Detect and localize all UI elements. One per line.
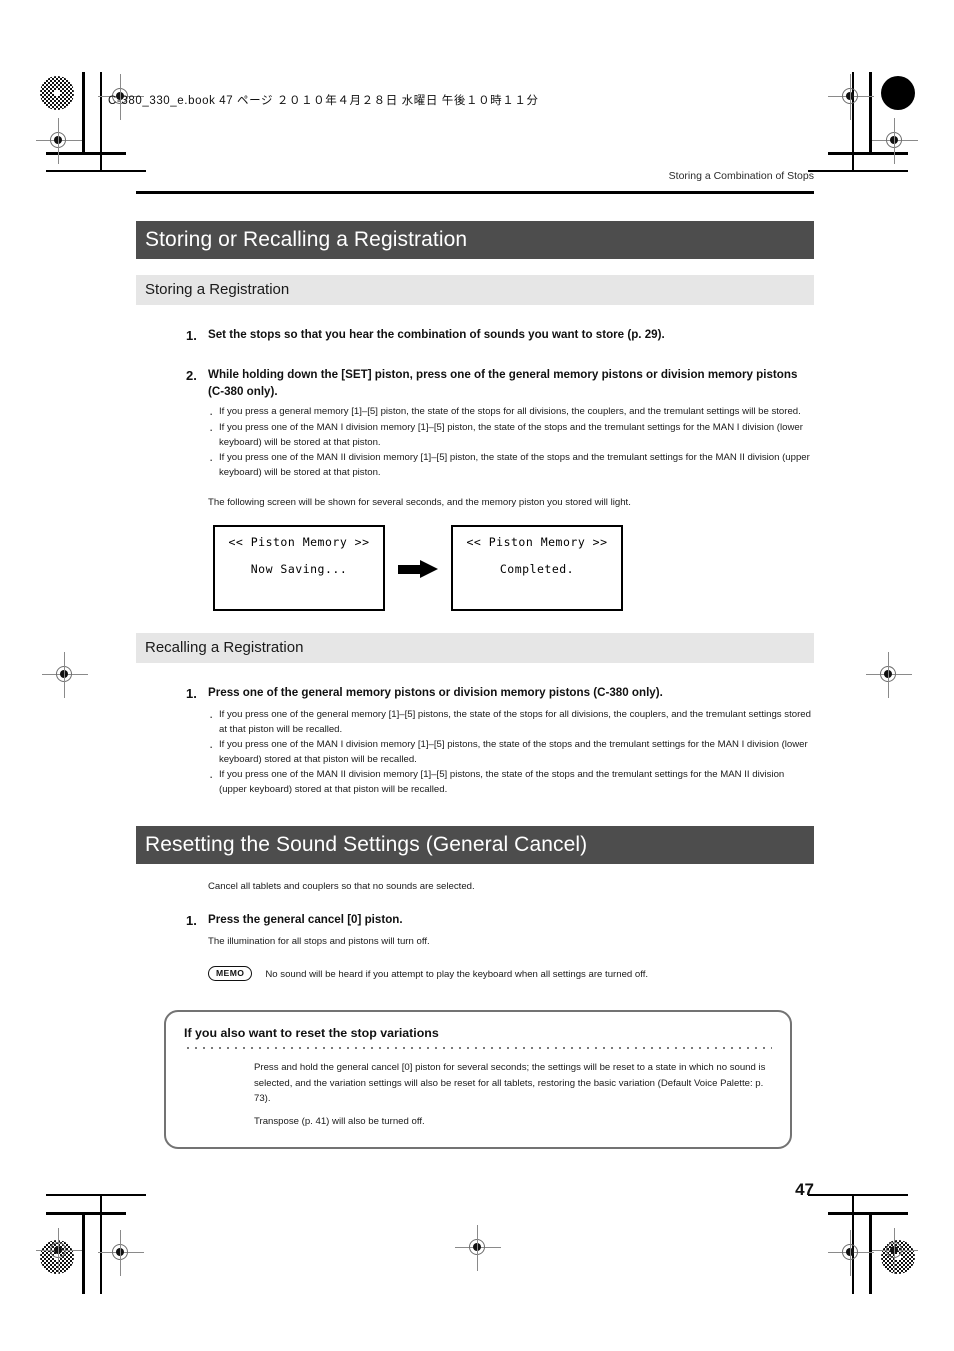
cropmark-tl-h2	[46, 170, 146, 172]
bullet-list: If you press one of the general memory […	[136, 707, 814, 797]
cropmark-tl-v2	[100, 72, 102, 172]
subsection-title-storing-a-registration: Storing a Registration	[136, 275, 814, 305]
registration-target-br-b	[872, 1228, 918, 1274]
registration-target-tr-a	[828, 74, 874, 120]
step-text: While holding down the [SET] piston, pre…	[208, 368, 798, 398]
callout-paragraph: Press and hold the general cancel [0] pi…	[254, 1062, 766, 1105]
registration-target-bottom-mid	[455, 1225, 501, 1271]
registration-color-dot-tl	[40, 76, 74, 110]
callout-divider	[184, 1047, 772, 1050]
arrow-gap	[385, 560, 451, 579]
cropmark-tr-v	[869, 72, 872, 154]
step-note: The following screen will be shown for s…	[208, 497, 631, 509]
bullet-list: If you press a general memory [1]–[5] pi…	[136, 404, 814, 480]
step-item: 1. Press the general cancel [0] piston.	[136, 912, 814, 930]
step-note: The illumination for all stops and pisto…	[208, 936, 430, 948]
bullet-item: If you press one of the MAN II division …	[208, 767, 814, 797]
memo-badge: MEMO	[208, 965, 253, 982]
cropmark-br-h2	[808, 1194, 908, 1196]
subsection-title-recalling-a-registration: Recalling a Registration	[136, 632, 814, 663]
cropmark-bl-v2	[100, 1194, 102, 1294]
bullet-item: If you press one of the MAN I division m…	[208, 737, 814, 767]
lcd-line-status: Now Saving...	[250, 561, 348, 576]
step-item: 1. Press one of the general memory pisto…	[136, 685, 814, 703]
cropmark-tl-v	[82, 72, 85, 154]
page-content: Storing a Combination of Stops Storing o…	[136, 170, 814, 1199]
cropmark-tr-h2	[808, 170, 908, 172]
step-text: Press the general cancel [0] piston.	[208, 912, 403, 926]
step-number: 1.	[186, 328, 197, 343]
registration-target-right-mid	[866, 652, 912, 698]
lcd-line-status: Completed.	[499, 561, 575, 576]
registration-color-dot-tr	[881, 76, 915, 110]
cropmark-br-h	[828, 1212, 908, 1215]
page-number: 47	[795, 1180, 814, 1199]
stop-variations-callout-box: If you also want to reset the stop varia…	[164, 1010, 792, 1150]
bullet-item: If you press one of the MAN II division …	[208, 450, 814, 480]
step-item: 2. While holding down the [SET] piston, …	[136, 367, 814, 400]
bullet-item: If you press a general memory [1]–[5] pi…	[208, 404, 814, 423]
step-text: Press one of the general memory pistons …	[208, 685, 663, 699]
bullet-item: If you press one of the general memory […	[208, 707, 814, 737]
step-number: 2.	[186, 368, 197, 384]
running-head: Storing a Combination of Stops	[668, 170, 814, 182]
callout-paragraph: Transpose (p. 41) will also be turned of…	[254, 1115, 425, 1127]
lcd-line-title: << Piston Memory >>	[466, 534, 608, 549]
cropmark-bl-h2	[46, 1194, 146, 1196]
registration-target-tr-b	[872, 118, 918, 164]
registration-target-left-mid	[42, 652, 88, 698]
memo-callout: MEMO No sound will be heard if you attem…	[208, 965, 814, 982]
lcd-screen-now-saving: << Piston Memory >> Now Saving...	[213, 524, 385, 611]
section-title-storing-or-recalling: Storing or Recalling a Registration	[136, 221, 814, 259]
header-rule	[136, 191, 814, 194]
lcd-screen-sequence: << Piston Memory >> Now Saving... << Pis…	[213, 524, 814, 611]
section-intro-text: Cancel all tablets and couplers so that …	[208, 880, 475, 892]
right-arrow-icon	[398, 560, 438, 579]
lcd-line-title: << Piston Memory >>	[228, 534, 370, 549]
registration-target-bl-a	[36, 1228, 82, 1274]
callout-body: Press and hold the general cancel [0] pi…	[254, 1060, 772, 1129]
step-item: 1. Set the stops so that you hear the co…	[136, 327, 814, 345]
step-number: 1.	[186, 912, 197, 928]
cropmark-br-v	[869, 1212, 872, 1294]
memo-text: No sound will be heard if you attempt to…	[265, 968, 649, 980]
cropmark-bl-h	[46, 1212, 126, 1215]
registration-target-br-a	[828, 1230, 874, 1276]
book-file-slug: C-380_330_e.book 47 ページ ２０１０年４月２８日 水曜日 午…	[108, 95, 539, 107]
registration-target-tl-b	[36, 118, 82, 164]
bullet-item: If you press one of the MAN I division m…	[208, 420, 814, 450]
cropmark-bl-v	[82, 1212, 85, 1294]
section-title-resetting-sound-settings: Resetting the Sound Settings (General Ca…	[136, 825, 814, 864]
step-text: Set the stops so that you hear the combi…	[208, 328, 665, 341]
lcd-screen-completed: << Piston Memory >> Completed.	[451, 524, 623, 611]
registration-target-bl-b	[98, 1230, 144, 1276]
callout-title: If you also want to reset the stop varia…	[184, 1026, 439, 1041]
step-number: 1.	[186, 685, 197, 701]
